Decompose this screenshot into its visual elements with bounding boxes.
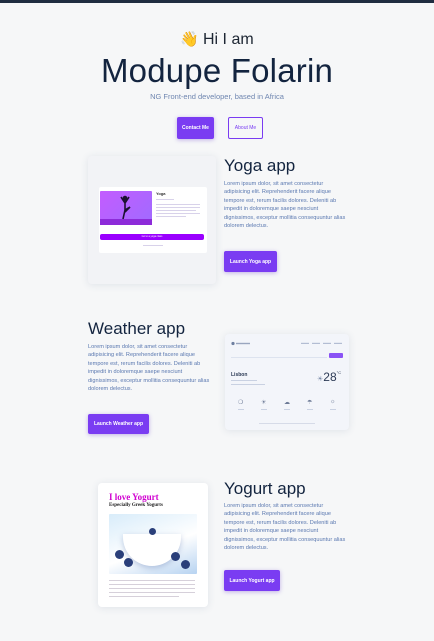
preview-text-line [231,384,265,385]
weather-preview-nav [231,341,343,346]
preview-text-line [284,409,290,410]
greeting: 👋 Hi I am [0,30,434,50]
page-subtitle: NG Front-end developer, based in Africa [150,92,284,101]
yogurt-app-preview: I love Yogurt Especially Greek Yogurts [98,483,208,607]
launch-weather-app-button[interactable]: Launch Weather app [88,414,149,434]
preview-text-line [109,592,195,593]
yoga-app-description: Lorem ipsum dolor, sit amet consectetur … [224,181,346,230]
preview-text-line [307,409,313,410]
weather-preview-search-button [329,353,343,358]
top-bar [0,0,434,3]
preview-text-line [109,588,195,589]
preview-text-line [330,409,336,410]
yoga-pose-icon [100,195,152,225]
preview-text-line [156,207,200,208]
preview-text-line [156,213,200,214]
blueberry-icon [181,560,190,569]
weather-preview-search [231,354,327,358]
yogurt-preview-heading: I love Yogurt [109,492,159,502]
forecast-icon: ☼ [330,399,336,405]
waving-hand-icon: 👋 [180,31,199,48]
greeting-text: Hi I am [203,31,254,48]
forecast-icon: ☂ [307,400,313,406]
page-title: Modupe Folarin [100,52,334,89]
preview-text-line [156,199,174,200]
contact-me-button[interactable]: Contact Me [177,117,214,139]
yogurt-preview-image [109,514,197,574]
preview-text-line [231,380,257,381]
weather-preview-city: Lisbon [231,372,248,378]
weather-preview-footer [259,423,315,424]
temperature-value: 28 [323,370,337,384]
temperature-unit: °C [336,370,342,375]
preview-text-line [156,204,200,205]
yogurt-app-description: Lorem ipsum dolor, sit amet consectetur … [224,503,346,552]
blueberry-icon [171,552,180,561]
blueberry-icon [124,558,133,567]
weather-nav-icon [231,341,342,346]
weather-app-description: Lorem ipsum dolor, sit amet consectetur … [88,344,210,393]
launch-yogurt-app-button[interactable]: Launch Yogurt app [224,570,280,591]
yoga-preview-image [100,191,152,225]
preview-text-line [109,580,195,581]
yoga-preview-page: Yoga Go to a yoga class [99,187,207,253]
yoga-app-preview: Yoga Go to a yoga class [88,156,216,284]
yoga-app-title: Yoga app [224,156,296,175]
yogurt-preview-subheading: Especially Greek Yogurts [109,503,163,508]
forecast-icon: ❍ [238,400,244,406]
yoga-preview-cta: Go to a yoga class [100,234,204,240]
preview-text-line [143,245,163,246]
hero-section: 👋 Hi I am Modupe Folarin NG Front-end dev… [0,30,434,101]
preview-text-line [156,210,196,211]
about-me-button[interactable]: About Me [228,117,263,139]
preview-text-line [261,409,267,410]
yogurt-app-title: Yogurt app [224,479,306,498]
weather-preview-temperature: ☀28°C [317,370,341,384]
weather-app-title: Weather app [88,319,186,338]
yoga-preview-heading: Yoga [156,191,166,196]
preview-text-line [109,596,179,597]
forecast-icon: ☀ [261,400,267,406]
preview-text-line [238,409,244,410]
blueberry-icon [115,550,124,559]
blueberry-icon [149,528,156,535]
preview-text-line [156,216,186,217]
forecast-icon: ☁ [284,400,290,406]
preview-text-line [109,584,195,585]
weather-app-preview: Lisbon ☀28°C ❍ ☀ ☁ ☂ ☼ [225,334,349,430]
launch-yoga-app-button[interactable]: Launch Yoga app [224,251,277,272]
